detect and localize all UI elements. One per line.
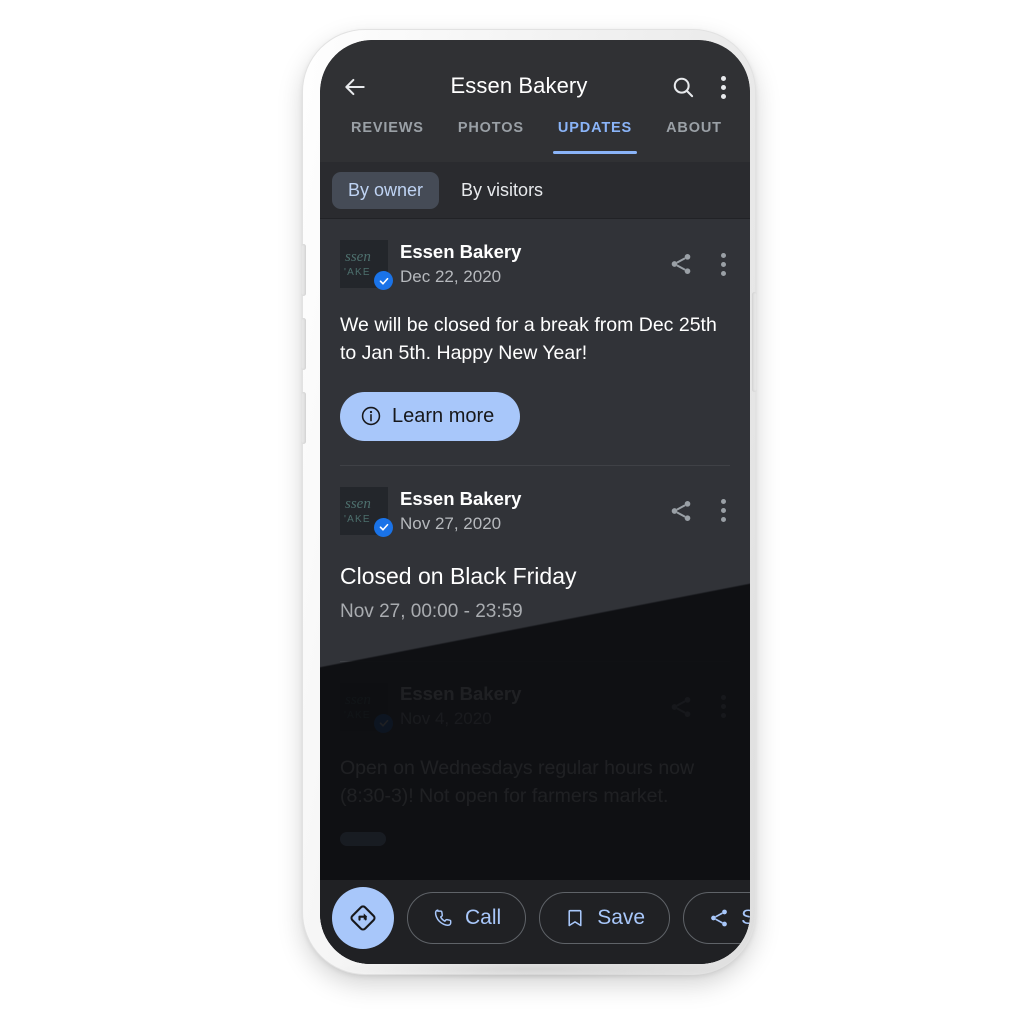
more-vertical-icon[interactable] [720,499,726,523]
overflow-dot [720,508,726,514]
share-icon[interactable] [668,251,694,277]
post-body: We will be closed for a break from Dec 2… [340,314,717,365]
post-header: ssen 'AKE Essen Bakery Dec 22, 2020 [340,237,730,291]
verified-badge-icon [374,713,393,733]
bookmark-icon [564,907,586,929]
post-card[interactable]: ssen 'AKE Essen Bakery Dec 22, 2020 We w… [320,219,750,466]
post-date: Dec 22, 2020 [400,266,502,286]
overflow-dot [720,252,726,258]
post-author: Essen Bakery [400,683,522,705]
post-meta: Essen Bakery Nov 4, 2020 [400,682,656,731]
post-meta: Essen Bakery Nov 27, 2020 [400,487,656,536]
post-author: Essen Bakery [400,240,522,262]
post-subtitle: Nov 27, 00:00 - 23:59 [340,600,523,622]
call-button[interactable]: Call [407,892,527,944]
search-icon[interactable] [670,74,696,100]
avatar[interactable]: ssen 'AKE [340,240,393,290]
svg-text:'AKE: 'AKE [344,267,371,278]
verified-badge-icon [374,517,393,537]
tab-bar: REVIEWS PHOTOS UPDATES ABOUT [320,110,750,162]
app-bar: Essen Bakery [320,40,750,110]
svg-text:ssen: ssen [345,249,371,265]
share-icon [708,907,730,929]
post-card[interactable]: ssen 'AKE Essen Bakery Nov 4, 2020 Open … [320,662,750,852]
tab-photos[interactable]: PHOTOS [441,116,541,162]
chip-by-owner[interactable]: By owner [332,171,440,209]
page-title: Essen Bakery [450,73,588,98]
avatar[interactable]: ssen 'AKE [340,486,393,537]
overflow-dot [720,84,726,90]
post-title: Closed on Black Friday [340,562,577,589]
directions-icon [348,903,378,933]
post-actions [668,694,730,720]
overflow-dot [720,517,726,523]
svg-text:ssen: ssen [345,496,371,512]
filter-chip-row: By owner By visitors [320,162,750,219]
svg-text:'AKE: 'AKE [344,710,371,721]
more-vertical-icon[interactable] [720,252,726,276]
call-label: Call [465,906,502,929]
tab-reviews[interactable]: REVIEWS [334,116,441,162]
post-body: Open on Wednesdays regular hours now (8:… [340,756,695,807]
overflow-dot [720,499,726,505]
screenshot-canvas: Essen Bakery REVIEWS PHOTOS UPDATES ABOU… [0,0,1024,1024]
directions-fab-button[interactable] [332,887,394,949]
post-meta: Essen Bakery Dec 22, 2020 [400,240,656,289]
post-header: ssen 'AKE Essen Bakery Nov 4, 2020 [340,680,730,734]
overflow-dot [720,261,726,267]
post-date: Nov 4, 2020 [400,709,492,729]
tab-about[interactable]: ABOUT [649,116,739,162]
learn-more-label: Learn more [392,404,495,427]
post-actions [668,251,730,277]
more-vertical-icon[interactable] [720,74,726,100]
overflow-dot [720,270,726,276]
learn-more-button-partial[interactable] [340,832,386,847]
power-button[interactable] [752,292,757,392]
more-vertical-icon[interactable] [720,695,726,719]
chip-by-visitors[interactable]: By visitors [445,172,559,209]
share-icon[interactable] [668,498,694,524]
tab-updates[interactable]: UPDATES [541,116,649,162]
avatar[interactable]: ssen 'AKE [340,682,393,733]
back-arrow-icon[interactable] [342,74,368,100]
overflow-dot [720,75,726,81]
overflow-dot [720,704,726,710]
learn-more-button[interactable]: Learn more [340,391,521,441]
phone-screen: Essen Bakery REVIEWS PHOTOS UPDATES ABOU… [320,40,750,964]
bottom-action-bar: Call Save S [320,880,750,964]
overflow-dot [720,93,726,99]
phone-icon [432,907,454,929]
svg-text:ssen: ssen [345,692,371,708]
overflow-dot [720,695,726,701]
post-header: ssen 'AKE Essen Bakery Nov 27, 2020 [340,484,730,538]
post-card[interactable]: ssen 'AKE Essen Bakery Nov 27, 2020 Clos… [320,466,750,662]
save-button[interactable]: Save [539,892,671,944]
post-actions [668,498,730,524]
share-button[interactable]: Share [683,892,750,944]
volume-down-button[interactable] [301,318,306,370]
overflow-dot [720,713,726,719]
info-icon [360,405,382,427]
post-author: Essen Bakery [400,487,522,509]
updates-feed[interactable]: ssen 'AKE Essen Bakery Dec 22, 2020 We w… [320,219,750,964]
post-date: Nov 27, 2020 [400,513,502,533]
assistant-button[interactable] [301,392,306,444]
save-label: Save [597,906,646,929]
volume-up-button[interactable] [301,244,306,296]
svg-text:'AKE: 'AKE [344,514,371,525]
share-icon[interactable] [668,694,694,720]
verified-badge-icon [374,271,393,290]
